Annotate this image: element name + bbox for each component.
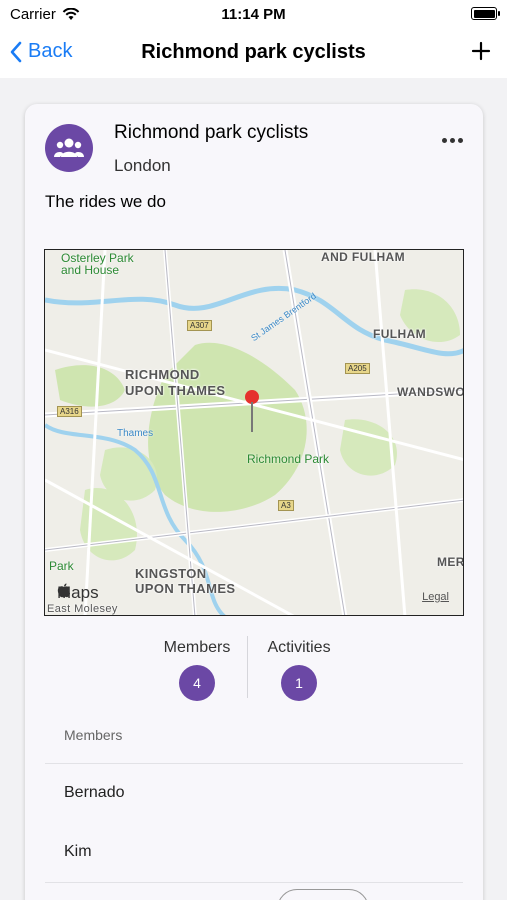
battery-icon	[471, 7, 500, 20]
map-label-fulham-1: AND FULHAM	[321, 250, 405, 264]
members-divider-bottom	[45, 882, 463, 883]
members-stat[interactable]: Members 4	[157, 639, 237, 701]
more-options-button[interactable]	[442, 138, 463, 143]
activities-count-badge: 1	[281, 665, 317, 701]
map-label-wandsworth: WANDSWO	[397, 385, 464, 399]
map-label-east-molesey: East Molesey	[47, 603, 118, 615]
map-label-mer: MER	[437, 555, 464, 569]
map-label-thames: Thames	[117, 428, 154, 439]
chevron-left-icon	[10, 41, 22, 62]
apple-maps-logo: Maps	[57, 583, 99, 603]
road-badge-a316: A316	[57, 406, 82, 417]
status-bar: Carrier 11:14 PM	[0, 0, 507, 28]
road-badge-a307: A307	[187, 320, 212, 331]
map-legal-link[interactable]: Legal	[422, 591, 449, 603]
more-icon	[442, 138, 447, 143]
group-name: Richmond park cyclists	[114, 122, 309, 143]
map-pin-stem	[251, 402, 253, 432]
members-stat-label: Members	[163, 639, 231, 656]
group-icon	[54, 138, 84, 157]
back-button[interactable]: Back	[10, 40, 72, 63]
map-label-park: Park	[49, 559, 74, 573]
rides-map[interactable]: Osterley Park and House AND FULHAM FULHA…	[44, 249, 464, 616]
group-card: Richmond park cyclists London The rides …	[25, 104, 483, 900]
nav-title: Richmond park cyclists	[141, 41, 366, 63]
activities-stat[interactable]: Activities 1	[259, 639, 339, 701]
road-badge-a205: A205	[345, 363, 370, 374]
map-label-richmond-park: Richmond Park	[247, 452, 330, 466]
apple-logo-icon	[57, 583, 70, 598]
plus-icon	[471, 41, 491, 61]
member-item[interactable]: Kim	[64, 843, 92, 861]
map-label-fulham-2: FULHAM	[373, 327, 427, 341]
map-label-kingston: KINGSTON UPON THAMES	[135, 566, 236, 596]
members-count-badge: 4	[179, 665, 215, 701]
group-stats: Members 4 Activities 1	[25, 639, 483, 701]
back-label: Back	[28, 40, 73, 62]
status-time: 11:14 PM	[221, 6, 286, 23]
map-label-osterley: Osterley Park and House	[61, 251, 134, 277]
members-divider-top	[45, 763, 463, 764]
road-badge-a3: A3	[278, 500, 294, 511]
member-item[interactable]: Bernado	[64, 784, 125, 802]
rides-heading: The rides we do	[45, 192, 166, 211]
card-action-button[interactable]	[277, 889, 369, 900]
map-background	[45, 250, 463, 615]
group-location: London	[114, 156, 171, 175]
nav-bar: Back Richmond park cyclists	[0, 28, 507, 78]
map-label-richmond: RICHMOND UPON THAMES	[125, 367, 226, 398]
group-avatar	[45, 124, 93, 172]
members-section-header: Members	[64, 727, 123, 743]
stats-divider	[247, 636, 248, 698]
add-button[interactable]	[471, 37, 491, 67]
activities-stat-label: Activities	[267, 639, 331, 656]
